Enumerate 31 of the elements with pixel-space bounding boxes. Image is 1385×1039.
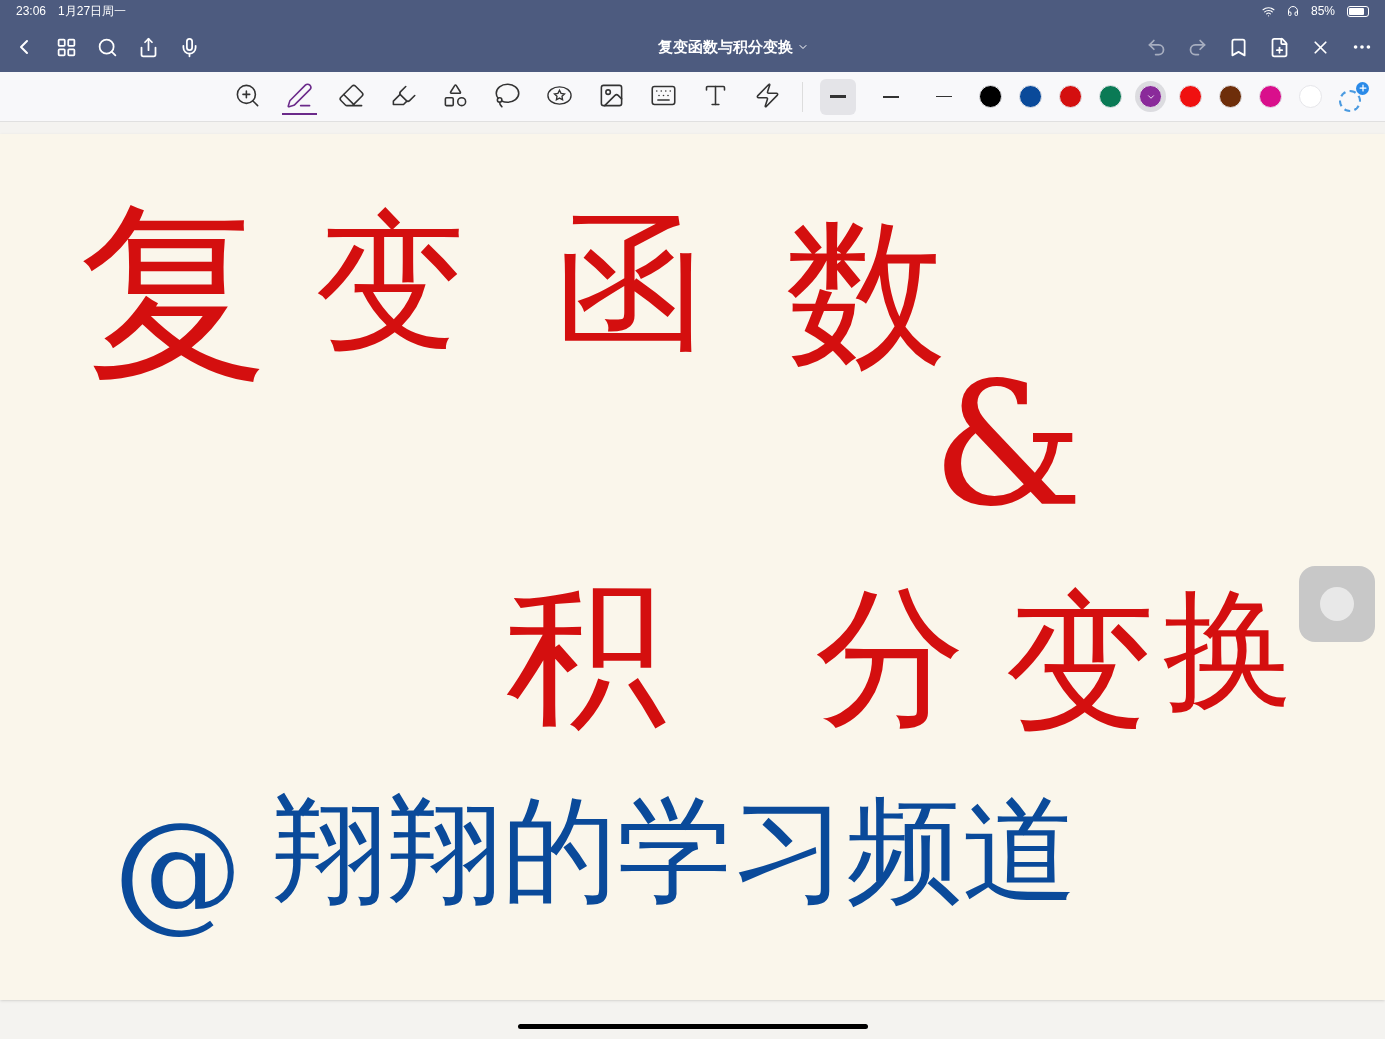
search-icon[interactable]	[97, 36, 118, 58]
plus-icon	[1357, 83, 1368, 93]
color-swatch[interactable]	[1059, 85, 1082, 108]
stroke-width-button[interactable]	[820, 78, 856, 115]
color-swatch[interactable]	[1299, 85, 1322, 108]
handwritten-text: 换	[1162, 573, 1294, 728]
color-swatch[interactable]	[979, 85, 1002, 108]
wifi-icon	[1261, 4, 1275, 18]
add-page-icon[interactable]	[1269, 36, 1290, 58]
handwritten-text: 复	[78, 181, 270, 405]
color-swatch[interactable]	[1219, 85, 1242, 108]
color-swatch[interactable]	[1259, 85, 1282, 108]
add-color-button[interactable]	[1339, 81, 1369, 112]
document-title[interactable]: 复变函数与积分变换	[657, 35, 809, 59]
battery-icon	[1347, 5, 1369, 17]
handwritten-text: @	[112, 793, 244, 948]
handwritten-text: 变	[1004, 574, 1156, 751]
handwritten-text: 翔翔的学习频道	[270, 782, 1078, 919]
grid-icon[interactable]	[56, 36, 77, 58]
handwritten-text: 函	[554, 194, 706, 371]
color-swatch[interactable]	[1099, 85, 1122, 108]
share-icon[interactable]	[138, 36, 159, 58]
handwritten-text: 积	[505, 559, 667, 749]
color-swatch[interactable]	[1179, 85, 1202, 108]
battery-percent: 85%	[1310, 3, 1335, 20]
headphones-icon	[1286, 5, 1299, 17]
status-time: 23:06	[16, 3, 47, 20]
handwritten-text: 变	[314, 194, 466, 371]
status-date: 1月27日周一	[58, 3, 127, 20]
color-swatch[interactable]	[1019, 85, 1042, 108]
handwritten-text: 分	[814, 569, 966, 746]
